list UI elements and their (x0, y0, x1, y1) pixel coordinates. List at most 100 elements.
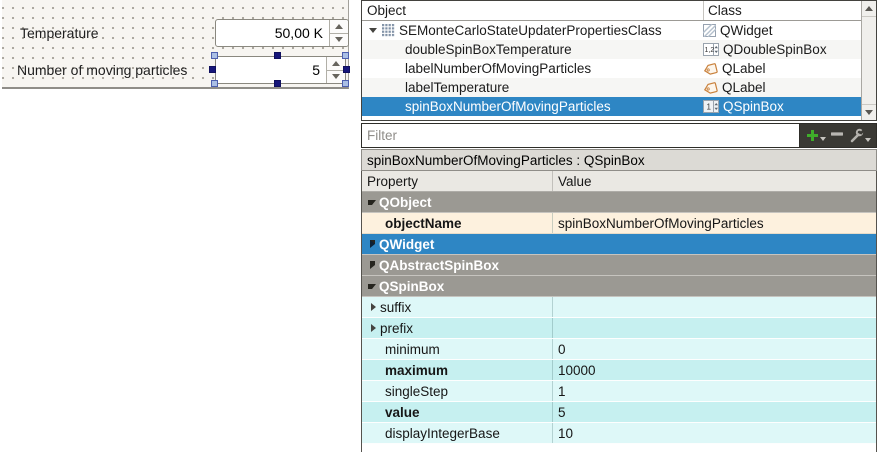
expand-arrow-icon[interactable] (365, 240, 379, 248)
property-row-suffix[interactable]: suffix (362, 297, 876, 318)
property-name: displayIntegerBase (385, 426, 500, 441)
tree-row[interactable]: labelTemperature QLabel (362, 78, 861, 97)
property-row-value[interactable]: value 5 (362, 402, 876, 423)
class-name: QLabel (722, 61, 766, 76)
selection-handle[interactable] (211, 52, 218, 59)
scroll-down-button[interactable] (862, 104, 876, 120)
object-name: SEMonteCarloStateUpdaterPropertiesClass (399, 23, 662, 38)
class-column-header[interactable]: Class (703, 1, 861, 20)
section-label: QWidget (379, 237, 434, 252)
property-value[interactable]: spinBoxNumberOfMovingParticles (558, 216, 764, 231)
chevron-right-icon (370, 261, 375, 269)
remove-icon (831, 132, 843, 136)
configure-property-editor-button[interactable] (849, 128, 871, 143)
property-row-minimum[interactable]: minimum 0 (362, 339, 876, 360)
filter-toolbar (800, 123, 877, 148)
property-row-maximum[interactable]: maximum 10000 (362, 360, 876, 381)
property-row-objectName[interactable]: objectName spinBoxNumberOfMovingParticle… (362, 213, 876, 234)
selection-handle[interactable] (274, 80, 281, 87)
expand-arrow-icon[interactable] (366, 303, 380, 311)
chevron-right-icon (371, 324, 376, 332)
qdoublespinbox-class-icon: 1,2 (703, 43, 719, 56)
form-editor-canvas[interactable]: Temperature 50,00 K Number of moving par… (2, 0, 349, 89)
svg-text:1: 1 (707, 103, 712, 112)
value-column-header[interactable]: Value (552, 171, 876, 191)
object-inspector: Object Class SEMonteCarloStateUpdaterPro… (361, 0, 877, 121)
selection-handle[interactable] (209, 66, 216, 73)
class-name: QWidget (720, 23, 773, 38)
property-name: minimum (385, 342, 440, 357)
section-qwidget[interactable]: QWidget (362, 234, 876, 255)
section-label: QObject (379, 195, 432, 210)
property-row-prefix[interactable]: prefix (362, 318, 876, 339)
spin-down-button[interactable] (330, 34, 348, 47)
scroll-up-button[interactable] (862, 1, 876, 17)
temperature-spinbox[interactable]: 50,00 K (215, 19, 349, 47)
section-qabstractspinbox[interactable]: QAbstractSpinBox (362, 255, 876, 276)
up-arrow-icon (335, 24, 343, 29)
particles-label[interactable]: Number of moving particles (17, 62, 187, 78)
object-name: spinBoxNumberOfMovingParticles (405, 99, 611, 114)
property-table-header: Property Value (362, 171, 876, 192)
property-value[interactable]: 10 (558, 426, 573, 441)
tree-scrollbar[interactable] (861, 1, 876, 120)
qwidget-class-icon (703, 24, 716, 37)
property-value[interactable]: 0 (558, 342, 566, 357)
tree-row-root[interactable]: SEMonteCarloStateUpdaterPropertiesClass … (362, 21, 861, 40)
tree-row[interactable]: labelNumberOfMovingParticles QLabel (362, 59, 861, 78)
chevron-down-icon (368, 200, 376, 205)
chevron-down-icon (820, 137, 826, 141)
temperature-spinbox-buttons (329, 20, 348, 46)
tree-header: Object Class (362, 1, 861, 21)
property-editor-title: spinBoxNumberOfMovingParticles : QSpinBo… (361, 149, 877, 171)
chevron-down-icon (369, 28, 377, 33)
remove-dynamic-property-button[interactable] (831, 132, 843, 140)
qspinbox-class-icon: 1 (703, 100, 719, 113)
property-value[interactable]: 1 (558, 384, 566, 399)
qt-designer-window: Temperature 50,00 K Number of moving par… (0, 0, 877, 452)
add-dynamic-property-button[interactable] (806, 129, 826, 142)
property-name: objectName (385, 216, 462, 231)
section-label: QSpinBox (379, 279, 444, 294)
property-name: singleStep (385, 384, 448, 399)
selection-handle[interactable] (342, 52, 349, 59)
object-column-header[interactable]: Object (362, 3, 703, 18)
property-row-singleStep[interactable]: singleStep 1 (362, 381, 876, 402)
chevron-down-icon (865, 138, 871, 142)
expand-arrow-icon[interactable] (365, 261, 379, 269)
down-arrow-icon (332, 74, 340, 79)
property-row-displayIntegerBase[interactable]: displayIntegerBase 10 (362, 423, 876, 444)
tree-row[interactable]: doubleSpinBoxTemperature 1,2 QDoubleSpin… (362, 40, 861, 59)
section-qspinbox[interactable]: QSpinBox (362, 276, 876, 297)
expand-arrow-icon[interactable] (366, 324, 380, 332)
property-name: prefix (380, 321, 413, 336)
temperature-label[interactable]: Temperature (20, 25, 99, 41)
object-name: doubleSpinBoxTemperature (405, 42, 572, 57)
chevron-down-icon (368, 284, 376, 289)
selection-handle[interactable] (274, 52, 281, 59)
collapse-arrow-icon[interactable] (365, 284, 379, 289)
object-name: labelTemperature (405, 80, 509, 95)
class-name: QLabel (722, 80, 766, 95)
selection-handle[interactable] (342, 80, 349, 87)
selection-handle[interactable] (343, 66, 350, 73)
wrench-icon (849, 128, 864, 143)
property-value[interactable]: 10000 (558, 363, 596, 378)
tree-row-selected[interactable]: spinBoxNumberOfMovingParticles 1 QSpinBo… (362, 97, 861, 116)
filter-input[interactable] (361, 123, 800, 148)
property-editor: Property Value QObject objectName spinBo… (361, 171, 877, 452)
property-column-header[interactable]: Property (362, 174, 552, 189)
section-qobject[interactable]: QObject (362, 192, 876, 213)
spin-up-button[interactable] (330, 20, 348, 34)
collapse-arrow-icon[interactable] (365, 200, 379, 205)
add-icon (806, 129, 819, 142)
class-name: QSpinBox (723, 99, 784, 114)
selection-handle[interactable] (211, 80, 218, 87)
chevron-right-icon (370, 240, 375, 248)
property-value[interactable]: 5 (558, 405, 566, 420)
chevron-right-icon (371, 303, 376, 311)
object-name: labelNumberOfMovingParticles (405, 61, 591, 76)
down-arrow-icon (865, 110, 873, 115)
expand-arrow-icon[interactable] (366, 28, 380, 33)
qlabel-class-icon (703, 81, 718, 95)
